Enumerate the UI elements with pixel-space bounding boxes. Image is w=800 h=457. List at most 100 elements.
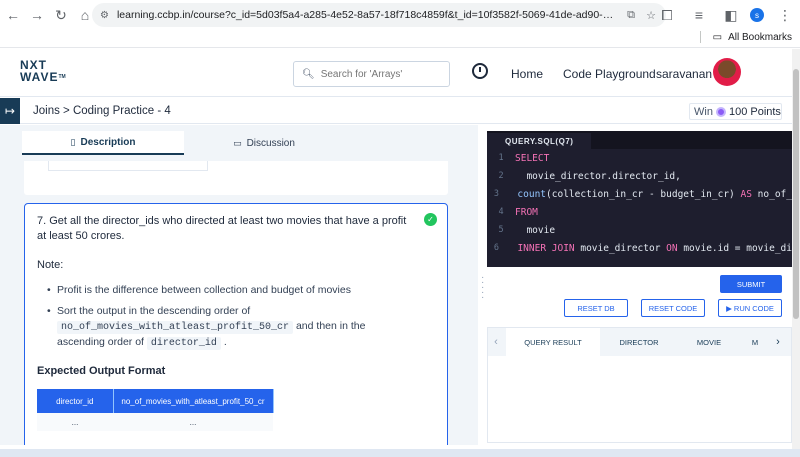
win-label: Win bbox=[694, 105, 713, 118]
tab-movie-director[interactable]: M bbox=[740, 328, 770, 356]
profile-avatar[interactable]: s bbox=[750, 8, 764, 22]
back-arrow-icon[interactable]: ← bbox=[2, 4, 24, 26]
line-number: 3 bbox=[493, 189, 500, 199]
address-bar[interactable]: ⚙ learning.ccbp.in/course?c_id=5d03f5a4-… bbox=[92, 3, 666, 27]
code-lines[interactable]: 1 SELECT 2 movie_director.director_id, 3 co… bbox=[487, 149, 792, 257]
tab-director[interactable]: DIRECTOR bbox=[600, 328, 678, 356]
line-number: 4 bbox=[498, 207, 504, 217]
reset-code-button[interactable]: RESET CODE bbox=[641, 299, 705, 317]
code-line[interactable]: 2 movie_director.director_id, bbox=[487, 167, 792, 185]
code-line[interactable]: 1 SELECT bbox=[487, 149, 792, 167]
chevron-left-icon[interactable]: ‹ bbox=[488, 328, 504, 356]
app-header: NXT WAVETM 🔍︎ Home Code Playground sarav… bbox=[0, 49, 800, 97]
tab-discussion-label: Discussion bbox=[246, 137, 295, 149]
search-box[interactable]: 🔍︎ bbox=[293, 61, 450, 87]
tab-discussion[interactable]: ▭ Discussion bbox=[184, 131, 344, 155]
expected-output-table: director_id no_of_movies_with_atleast_pr… bbox=[37, 389, 274, 431]
expected-output-heading: Expected Output Format bbox=[37, 365, 166, 377]
result-tabs: ‹ QUERY RESULT DIRECTOR MOVIE M › bbox=[488, 328, 791, 356]
run-code-button[interactable]: ▶ RUN CODE bbox=[718, 299, 782, 317]
note-heading: Note: bbox=[37, 259, 64, 271]
extensions-icon[interactable]: ⧠ bbox=[656, 4, 678, 26]
username[interactable]: saravanan bbox=[656, 67, 712, 81]
code-line[interactable]: 6 INNER JOIN movie_director ON movie.id … bbox=[487, 239, 792, 257]
reset-db-button[interactable]: RESET DB bbox=[564, 299, 628, 317]
sub-header: ↦ Joins > Coding Practice - 4 Win 100 Po… bbox=[0, 98, 792, 124]
nxtwave-logo[interactable]: NXT WAVETM bbox=[20, 59, 80, 89]
code-text: movie bbox=[515, 224, 556, 236]
chrome-toolbar-right: ⧠ ≡ ◧ s ⋮ bbox=[654, 3, 796, 27]
question-card: 7. Get all the director_ids who directed… bbox=[24, 203, 448, 445]
chat-icon: ▭ bbox=[233, 137, 242, 148]
breadcrumb[interactable]: Joins > Coding Practice - 4 bbox=[33, 105, 171, 117]
scrollbar-thumb[interactable] bbox=[793, 69, 799, 319]
chevron-right-icon[interactable]: › bbox=[770, 328, 786, 356]
question-title: 7. Get all the director_ids who directed… bbox=[37, 215, 407, 242]
coin-icon bbox=[715, 106, 726, 117]
install-app-icon[interactable]: ⧉ bbox=[624, 8, 638, 22]
folder-icon: ▭ bbox=[712, 31, 723, 43]
logo-line2: WAVE bbox=[20, 70, 59, 84]
reload-icon[interactable]: ↻ bbox=[50, 4, 72, 26]
line-number: 5 bbox=[498, 225, 504, 235]
code-line[interactable]: 5 movie bbox=[487, 221, 792, 239]
code-editor[interactable]: QUERY.SQL(Q7) 1 SELECT 2 movie_director.di… bbox=[487, 131, 792, 267]
address-row: ← → ↻ ⌂ ⚙ learning.ccbp.in/course?c_id=5… bbox=[0, 3, 800, 27]
drag-handle-icon[interactable]: · · · · · bbox=[481, 273, 485, 303]
search-icon: 🔍︎ bbox=[302, 68, 315, 80]
search-input[interactable] bbox=[320, 68, 441, 80]
tab-movie[interactable]: MOVIE bbox=[678, 328, 740, 356]
win-points-badge: Win 100 Points bbox=[689, 103, 782, 120]
bookmarks-separator bbox=[699, 31, 701, 43]
page-scrollbar[interactable] bbox=[792, 49, 800, 449]
list-item: Sort the output in the descending order … bbox=[47, 304, 387, 351]
table-cell: ... bbox=[113, 413, 273, 431]
browser-chrome: ← → ↻ ⌂ ⚙ learning.ccbp.in/course?c_id=5… bbox=[0, 0, 800, 48]
line-number: 2 bbox=[498, 171, 504, 181]
submit-button[interactable]: SUBMIT bbox=[720, 275, 782, 293]
checkmark-icon: ✓ bbox=[424, 213, 437, 226]
code-text: INNER JOIN movie_director ON movie.id = … bbox=[517, 242, 792, 254]
user-avatar[interactable] bbox=[713, 58, 741, 86]
collapse-sidebar-button[interactable]: ↦ bbox=[0, 98, 20, 124]
editor-file-tab[interactable]: QUERY.SQL(Q7) bbox=[487, 133, 592, 151]
site-info-icon[interactable]: ⚙ bbox=[100, 10, 109, 21]
line-number: 6 bbox=[493, 243, 500, 253]
os-taskbar bbox=[0, 449, 800, 457]
editor-tabbar: QUERY.SQL(Q7) bbox=[487, 131, 792, 151]
code-text: count(collection_in_cr - budget_in_cr) A… bbox=[517, 188, 792, 200]
code-playground-link[interactable]: Code Playground bbox=[563, 67, 656, 81]
side-panel-icon[interactable]: ◧ bbox=[720, 4, 742, 26]
previous-question-card bbox=[24, 161, 448, 195]
all-bookmarks-link[interactable]: All Bookmarks bbox=[728, 32, 792, 43]
table-header: director_id bbox=[37, 389, 114, 413]
left-panel: ▯ Description ▭ Discussion 7. Get all th… bbox=[0, 125, 478, 445]
bookmarks-bar: ▭ All Bookmarks bbox=[699, 29, 792, 45]
tab-description[interactable]: ▯ Description bbox=[22, 131, 184, 155]
home-link[interactable]: Home bbox=[511, 67, 543, 81]
description-tabs: ▯ Description ▭ Discussion bbox=[0, 131, 478, 155]
table-header: no_of_movies_with_atleast_profit_50_cr bbox=[113, 389, 274, 413]
result-panel: ‹ QUERY RESULT DIRECTOR MOVIE M › bbox=[487, 327, 792, 443]
code-line[interactable]: 3 count(collection_in_cr - budget_in_cr)… bbox=[487, 185, 792, 203]
points-value: 100 Points bbox=[728, 105, 781, 118]
bullet2-text-a: Sort the output in the descending order … bbox=[57, 305, 251, 317]
url-text: learning.ccbp.in/course?c_id=5d03f5a4-a2… bbox=[116, 9, 618, 21]
code-text: movie_director.director_id, bbox=[515, 170, 681, 182]
code-chip: director_id bbox=[146, 337, 221, 350]
tab-query-result[interactable]: QUERY RESULT bbox=[506, 328, 600, 356]
code-line[interactable]: 4 FROM bbox=[487, 203, 792, 221]
forward-arrow-icon[interactable]: → bbox=[26, 4, 48, 26]
note-list: Profit is the difference between collect… bbox=[47, 283, 435, 351]
document-icon: ▯ bbox=[70, 136, 76, 147]
table-row: ... ... bbox=[37, 413, 273, 431]
line-number: 1 bbox=[498, 153, 504, 163]
logo-tm: TM bbox=[58, 74, 66, 80]
menu-kebab-icon[interactable]: ⋮ bbox=[774, 4, 796, 26]
timer-icon[interactable] bbox=[472, 63, 488, 79]
reading-list-icon[interactable]: ≡ bbox=[688, 4, 710, 26]
list-item: Profit is the difference between collect… bbox=[47, 283, 435, 298]
previous-table-edge bbox=[48, 161, 208, 171]
code-keyword: SELECT bbox=[515, 152, 550, 164]
bullet2-text-c: . bbox=[223, 336, 227, 348]
